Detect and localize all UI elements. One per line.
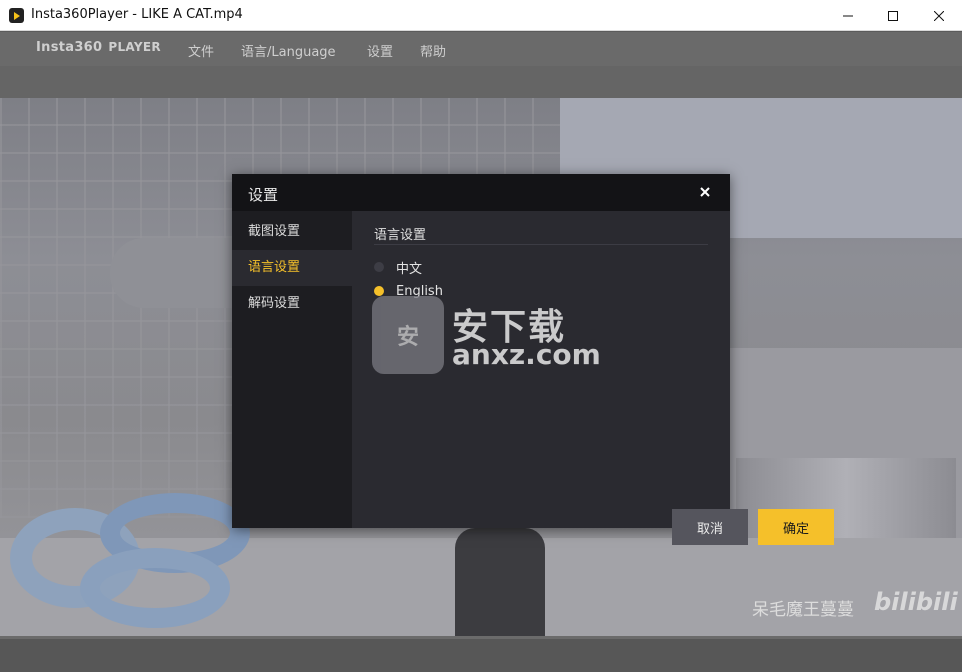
window-titlebar: Insta360Player - LIKE A CAT.mp4 <box>0 0 962 31</box>
section-divider <box>374 244 708 245</box>
dialog-title: 设置 <box>248 186 279 204</box>
minimize-button[interactable] <box>825 0 871 31</box>
video-scene-tire <box>80 548 230 628</box>
minimize-icon <box>843 15 853 16</box>
menu-file[interactable]: 文件 <box>188 41 214 60</box>
toolbar-strip <box>0 66 962 98</box>
sidebar-item-decoding[interactable]: 解码设置 <box>232 286 352 322</box>
dialog-close-button[interactable] <box>696 183 714 201</box>
shield-icon: 安 <box>372 296 444 374</box>
brand-sub: PLAYER <box>108 40 161 54</box>
brand-main: Insta360 <box>36 40 103 55</box>
shield-char: 安 <box>396 325 419 350</box>
sidebar-item-language[interactable]: 语言设置 <box>232 250 352 286</box>
bilibili-logo: bilibili <box>874 588 958 616</box>
sidebar-item-screenshot[interactable]: 截图设置 <box>232 214 352 250</box>
menu-language[interactable]: 语言/Language <box>241 41 336 60</box>
section-title: 语言设置 <box>374 228 427 243</box>
maximize-button[interactable] <box>870 0 916 31</box>
menu-settings[interactable]: 设置 <box>367 41 393 60</box>
maximize-icon <box>888 10 898 21</box>
window-title: Insta360Player - LIKE A CAT.mp4 <box>31 7 243 22</box>
radio-button-checked[interactable] <box>374 286 384 296</box>
menu-help[interactable]: 帮助 <box>420 41 446 60</box>
close-icon <box>934 10 944 21</box>
app-menubar: Insta360 PLAYER 文件 语言/Language 设置 帮助 <box>0 32 962 66</box>
app-icon <box>9 8 24 23</box>
radio-button-unchecked[interactable] <box>374 262 384 272</box>
ok-button[interactable]: 确定 <box>758 509 834 545</box>
site-watermark: 安 安下载 anxz.com <box>372 296 601 376</box>
video-watermark: 呆毛魔王蔓蔓 <box>752 600 854 620</box>
option-label: 中文 <box>396 261 423 277</box>
dialog-header: 设置 <box>232 174 730 211</box>
video-scene-person <box>455 528 545 636</box>
player-controls-bar <box>0 636 962 672</box>
app-logo: Insta360 PLAYER <box>36 40 161 55</box>
settings-sidebar: 截图设置 语言设置 解码设置 <box>232 211 352 528</box>
close-icon <box>700 187 710 197</box>
close-window-button[interactable] <box>916 0 962 31</box>
option-chinese[interactable]: 中文 <box>374 257 422 277</box>
cancel-button[interactable]: 取消 <box>672 509 748 545</box>
site-watermark-en: anxz.com <box>452 338 601 371</box>
